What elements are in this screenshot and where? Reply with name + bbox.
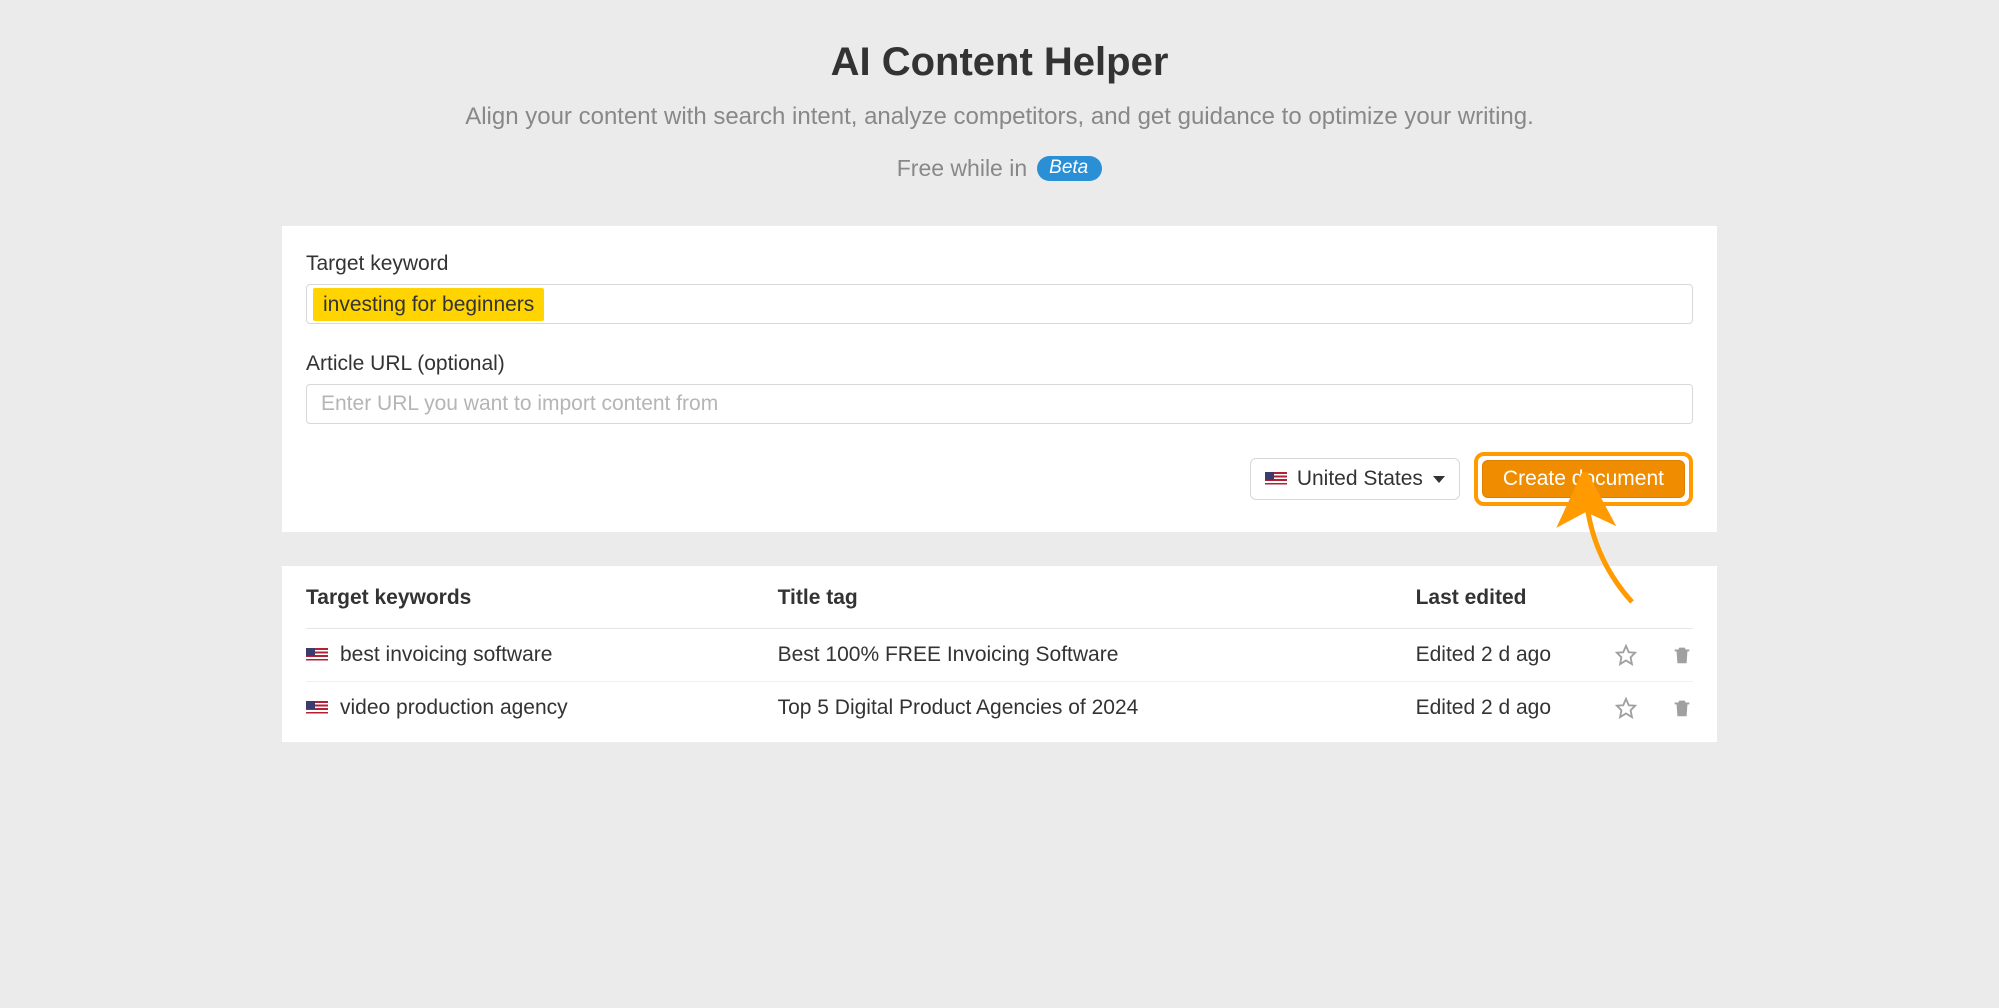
row-title: Best 100% FREE Invoicing Software [778, 629, 1416, 682]
page-subtitle: Align your content with search intent, a… [282, 103, 1717, 131]
country-select[interactable]: United States [1250, 458, 1460, 500]
article-url-input[interactable] [306, 384, 1693, 424]
country-select-label: United States [1297, 467, 1423, 491]
row-keyword: video production agency [340, 696, 568, 720]
documents-table-card: Target keywords Title tag Last edited be… [282, 566, 1717, 742]
row-title: Top 5 Digital Product Agencies of 2024 [778, 682, 1416, 735]
us-flag-icon [1265, 472, 1287, 487]
col-header-keywords: Target keywords [306, 566, 778, 629]
target-keyword-label: Target keyword [306, 252, 1693, 276]
star-icon[interactable] [1615, 697, 1637, 719]
col-header-edited: Last edited [1416, 566, 1582, 629]
trash-icon[interactable] [1671, 644, 1693, 666]
us-flag-icon [306, 648, 328, 663]
page-title: AI Content Helper [282, 40, 1717, 85]
table-row[interactable]: video production agency Top 5 Digital Pr… [306, 682, 1693, 735]
free-while-in-line: Free while in Beta [897, 155, 1102, 182]
row-edited: Edited 2 d ago [1416, 629, 1582, 682]
beta-badge: Beta [1037, 156, 1102, 181]
input-card: Target keyword investing for beginners A… [282, 226, 1717, 532]
star-icon[interactable] [1615, 644, 1637, 666]
row-keyword: best invoicing software [340, 643, 552, 667]
documents-table: Target keywords Title tag Last edited be… [306, 566, 1693, 734]
free-line-text: Free while in [897, 155, 1027, 182]
row-edited: Edited 2 d ago [1416, 682, 1582, 735]
us-flag-icon [306, 701, 328, 716]
create-document-button[interactable]: Create document [1482, 460, 1685, 498]
create-document-highlight: Create document [1474, 452, 1693, 506]
target-keyword-value: investing for beginners [313, 288, 544, 321]
table-row[interactable]: best invoicing software Best 100% FREE I… [306, 629, 1693, 682]
col-header-title: Title tag [778, 566, 1416, 629]
trash-icon[interactable] [1671, 697, 1693, 719]
chevron-down-icon [1433, 476, 1445, 483]
target-keyword-input[interactable]: investing for beginners [306, 284, 1693, 324]
article-url-label: Article URL (optional) [306, 352, 1693, 376]
